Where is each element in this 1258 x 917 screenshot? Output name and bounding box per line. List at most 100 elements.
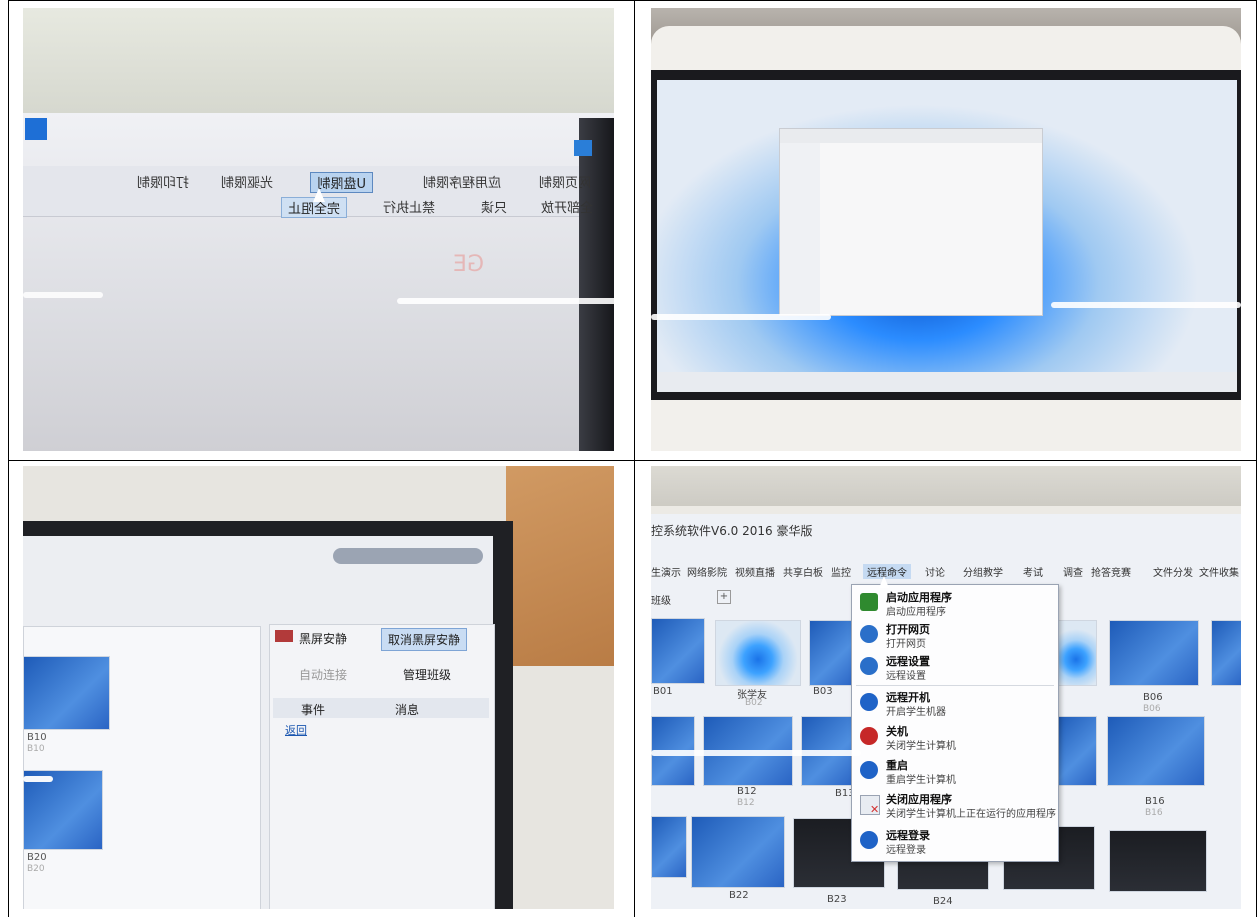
menu-item-desc: 关闭学生计算机上正在运行的应用程序	[886, 809, 1056, 820]
start-app-icon	[860, 593, 878, 611]
thumbnail-label: B03	[813, 686, 833, 697]
toolbar-item[interactable]: 分组教学	[963, 564, 1003, 579]
class-tab[interactable]: 班级	[651, 592, 671, 607]
toolbar-item-web-limit[interactable]: 网页限制	[539, 172, 591, 191]
grid-line	[8, 0, 9, 917]
light-glare	[23, 776, 53, 782]
explorer-sidebar	[780, 143, 820, 315]
menu-item-desc: 打开网页	[886, 639, 926, 650]
light-glare	[1051, 302, 1241, 308]
login-icon	[860, 831, 878, 849]
thumbnail-label-sub: B02	[745, 698, 763, 708]
light-glare	[651, 750, 861, 756]
blackscreen-button[interactable]: 黑屏安静	[299, 630, 347, 647]
student-thumbnail[interactable]	[809, 620, 855, 686]
student-thumbnail[interactable]	[651, 618, 705, 684]
student-thumbnail[interactable]	[23, 770, 103, 850]
wood-desk	[506, 466, 614, 666]
toolbar-item[interactable]: 调查	[1063, 564, 1083, 579]
menu-item[interactable]: 关机 关闭学生计算机	[852, 721, 1058, 753]
student-thumbnail[interactable]	[1055, 620, 1097, 686]
thumbnail-label: B16	[1145, 796, 1165, 807]
cancel-blackscreen-button[interactable]: 取消黑屏安静	[381, 628, 468, 651]
wall-background	[23, 8, 614, 113]
toolbar-item[interactable]: 共享白板	[783, 564, 823, 579]
toolbar-item-app-limit[interactable]: 应用程序限制	[423, 172, 501, 191]
restart-icon	[860, 761, 878, 779]
thumbnail-label-sub: B06	[1143, 704, 1161, 714]
light-glare	[651, 314, 831, 320]
thumbnail-label: B12	[737, 786, 757, 797]
menu-item[interactable]: 远程设置 远程设置	[852, 651, 1058, 683]
toolbar-item[interactable]: 讨论	[925, 564, 945, 579]
toolbar-item[interactable]: 网络影院	[687, 564, 727, 579]
student-thumbnail[interactable]	[1107, 716, 1205, 786]
light-glare	[23, 292, 103, 298]
toolbar-item-open-all[interactable]: 全部开放	[541, 197, 593, 216]
cursor-icon	[313, 188, 325, 202]
light-glare	[397, 298, 614, 304]
student-thumbnail[interactable]	[1109, 830, 1207, 892]
wall-background	[651, 466, 1241, 506]
student-thumbnail[interactable]	[1055, 716, 1097, 786]
student-thumbnail[interactable]	[23, 656, 110, 730]
thumbnail-label: B24	[933, 896, 953, 907]
photo-remote-command-menu: 控系统软件V6.0 2016 豪华版 生演示 网络影院 视频直播 共享白板 监控…	[651, 466, 1241, 909]
menu-item-desc: 重启学生计算机	[886, 775, 956, 786]
toolbar-item[interactable]: 文件收集	[1199, 564, 1239, 579]
toolbar-item[interactable]: 考试	[1023, 564, 1043, 579]
tab-events[interactable]: 事件	[301, 701, 325, 718]
student-thumbnail[interactable]	[1211, 620, 1241, 686]
student-thumbnail[interactable]	[691, 816, 785, 888]
student-thumbnail[interactable]	[651, 816, 687, 878]
window-icon	[574, 140, 592, 156]
toolbar-item[interactable]: 文件分发	[1153, 564, 1193, 579]
thumbnail-label-sub: B12	[737, 798, 755, 808]
menu-item[interactable]: 远程登录 远程登录	[852, 825, 1058, 857]
grid-line	[8, 460, 1257, 461]
student-thumbnail[interactable]	[1109, 620, 1199, 686]
menu-item-desc: 启动应用程序	[886, 607, 946, 618]
photo-toolbar-restrictions: 网页限制 应用程序限制 U盘限制 光驱限制 打印限制 全部开放 只读 禁止执行 …	[23, 8, 614, 451]
menu-item[interactable]: 打开网页 打开网页	[852, 619, 1058, 651]
menu-item[interactable]: 远程开机 开启学生机器	[852, 687, 1058, 719]
taskbar	[657, 372, 1237, 392]
toolbar-item-read-only[interactable]: 只读	[481, 197, 507, 216]
back-link[interactable]: 返回	[285, 722, 307, 738]
menu-item-desc: 开启学生机器	[886, 707, 946, 718]
toolbar-item[interactable]: 视频直播	[735, 564, 775, 579]
toolbar-item[interactable]: 监控	[831, 564, 851, 579]
power-on-icon	[860, 693, 878, 711]
toolbar-item-print-limit[interactable]: 打印限制	[137, 172, 189, 191]
toolbar: 生演示 网络影院 视频直播 共享白板 监控 远程命令 讨论 分组教学 考试 调查…	[651, 538, 1241, 580]
grid-line	[8, 0, 1257, 1]
tab-messages[interactable]: 消息	[395, 701, 419, 718]
menu-item[interactable]: ✕ 关闭应用程序 关闭学生计算机上正在运行的应用程序	[852, 789, 1058, 821]
toolbar-item[interactable]: 抢答竞赛	[1091, 564, 1131, 579]
grid-line	[1256, 0, 1257, 917]
red-x-icon: ✕	[870, 803, 880, 816]
menu-item[interactable]: 重启 重启学生计算机	[852, 755, 1058, 787]
menu-item-desc: 远程设置	[886, 671, 926, 682]
grid-line	[634, 0, 635, 917]
photo-blackscreen-panel: B10 B10 B20 B20 黑屏安静 取消黑屏安静 自动连接 管理班级 事件…	[23, 466, 614, 909]
toolbar-item-cd-limit[interactable]: 光驱限制	[221, 172, 273, 191]
toolbar-row-1: 网页限制 应用程序限制 U盘限制 光驱限制 打印限制	[111, 170, 591, 193]
shutdown-icon	[860, 727, 878, 745]
student-thumbnail[interactable]	[715, 620, 801, 686]
remote-command-menu: 启动应用程序 启动应用程序 打开网页 打开网页 远程设置 远程设置 远程开机 开…	[851, 584, 1059, 862]
app-title: 控系统软件V6.0 2016 豪华版	[651, 524, 813, 538]
windows-icon	[25, 118, 47, 140]
thumbnail-label: B10	[27, 732, 47, 743]
faint-watermark: GE	[453, 252, 484, 277]
thumbnail-label: B22	[729, 890, 749, 901]
toolbar-row-2: 全部开放 只读 禁止执行 完全阻止	[253, 195, 593, 218]
add-tab-icon[interactable]: +	[717, 590, 731, 604]
explorer-window	[779, 128, 1043, 316]
toolbar-item-no-exec[interactable]: 禁止执行	[383, 197, 435, 216]
thumbnail-label-sub: B10	[27, 744, 45, 754]
toolbar-item[interactable]: 生演示	[651, 564, 681, 579]
auto-connect-button[interactable]: 自动连接	[299, 666, 347, 683]
manage-class-button[interactable]: 管理班级	[403, 666, 451, 683]
menu-item[interactable]: 启动应用程序 启动应用程序	[852, 587, 1058, 619]
